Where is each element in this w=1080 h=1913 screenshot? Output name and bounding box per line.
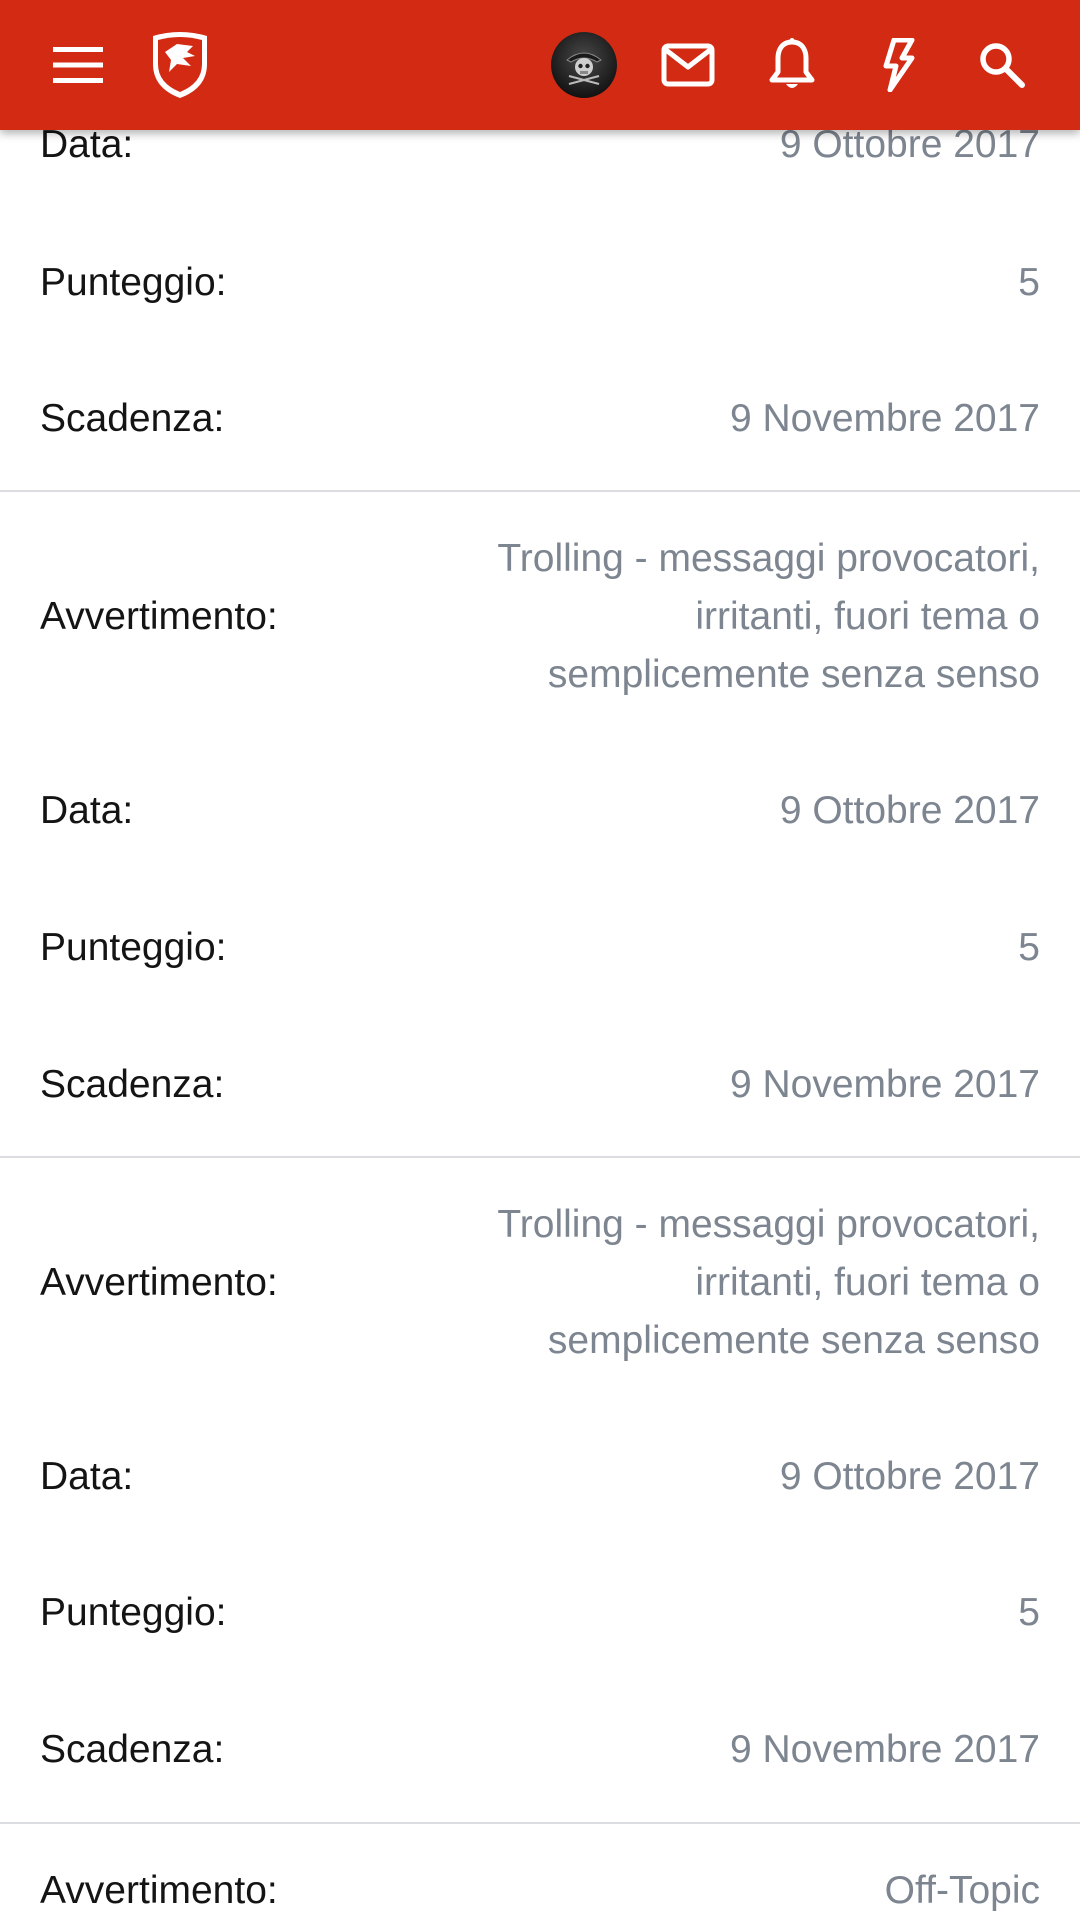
date-label: Data: xyxy=(40,1455,134,1498)
warning-expiry-row: Scadenza: 9 Novembre 2017 xyxy=(0,384,1080,454)
notifications-button[interactable] xyxy=(750,23,834,107)
bolt-icon xyxy=(883,38,915,92)
date-label: Data: xyxy=(40,789,134,832)
expiry-value: 9 Novembre 2017 xyxy=(729,1063,1040,1106)
bell-icon xyxy=(769,38,815,88)
expiry-label: Scadenza: xyxy=(40,397,225,440)
shield-logo-icon xyxy=(153,32,207,98)
divider xyxy=(0,1156,1080,1158)
warning-reason: Trolling - messaggi provocatori, irritan… xyxy=(497,1203,1040,1362)
search-icon xyxy=(980,43,1025,88)
warning-reason-row: Avvertimento: Trolling - messaggi provoc… xyxy=(0,528,1080,706)
top-app-bar xyxy=(0,0,1080,130)
warning-reason-row: Avvertimento: Off-Topic xyxy=(0,1856,1080,1913)
warning-score-row: Punteggio: 5 xyxy=(0,913,1080,983)
score-value: 5 xyxy=(1018,926,1040,969)
warning-expiry-row: Scadenza: 9 Novembre 2017 xyxy=(0,1715,1080,1785)
expiry-value: 9 Novembre 2017 xyxy=(729,397,1040,440)
logo-button[interactable] xyxy=(138,23,222,107)
expiry-label: Scadenza: xyxy=(40,1063,225,1106)
date-value: 9 Ottobre 2017 xyxy=(779,1455,1040,1498)
warning-label: Avvertimento: xyxy=(40,1869,278,1912)
profile-avatar-button[interactable] xyxy=(542,23,626,107)
warning-reason-row: Avvertimento: Trolling - messaggi provoc… xyxy=(0,1194,1080,1372)
expiry-label: Scadenza: xyxy=(40,1728,225,1771)
warning-expiry-row: Scadenza: 9 Novembre 2017 xyxy=(0,1050,1080,1120)
date-value: 9 Ottobre 2017 xyxy=(779,789,1040,832)
warning-score-row: Punteggio: 5 xyxy=(0,1578,1080,1648)
messages-button[interactable] xyxy=(646,23,730,107)
warning-date-row: Data: 9 Ottobre 2017 xyxy=(0,1442,1080,1512)
warning-date-row: Data: 9 Ottobre 2017 xyxy=(0,776,1080,846)
warnings-page: Data: 9 Ottobre 2017 Punteggio: 5 Scaden… xyxy=(0,0,1080,1913)
score-label: Punteggio: xyxy=(40,926,227,969)
score-value: 5 xyxy=(1018,261,1040,304)
expiry-value: 9 Novembre 2017 xyxy=(729,1728,1040,1771)
warning-label: Avvertimento: xyxy=(40,1261,278,1304)
divider xyxy=(0,490,1080,492)
warning-reason: Trolling - messaggi provocatori, irritan… xyxy=(497,537,1040,696)
score-label: Punteggio: xyxy=(40,1591,227,1634)
pirate-avatar-icon xyxy=(551,32,617,98)
menu-icon xyxy=(53,47,103,83)
divider xyxy=(0,1822,1080,1824)
score-value: 5 xyxy=(1018,1591,1040,1634)
warning-reason: Off-Topic xyxy=(884,1869,1040,1912)
activity-button[interactable] xyxy=(856,23,940,107)
search-button[interactable] xyxy=(960,23,1044,107)
warning-score-row: Punteggio: 5 xyxy=(0,248,1080,318)
warning-label: Avvertimento: xyxy=(40,595,278,638)
score-label: Punteggio: xyxy=(40,261,227,304)
mail-icon xyxy=(661,43,715,87)
menu-button[interactable] xyxy=(36,23,120,107)
